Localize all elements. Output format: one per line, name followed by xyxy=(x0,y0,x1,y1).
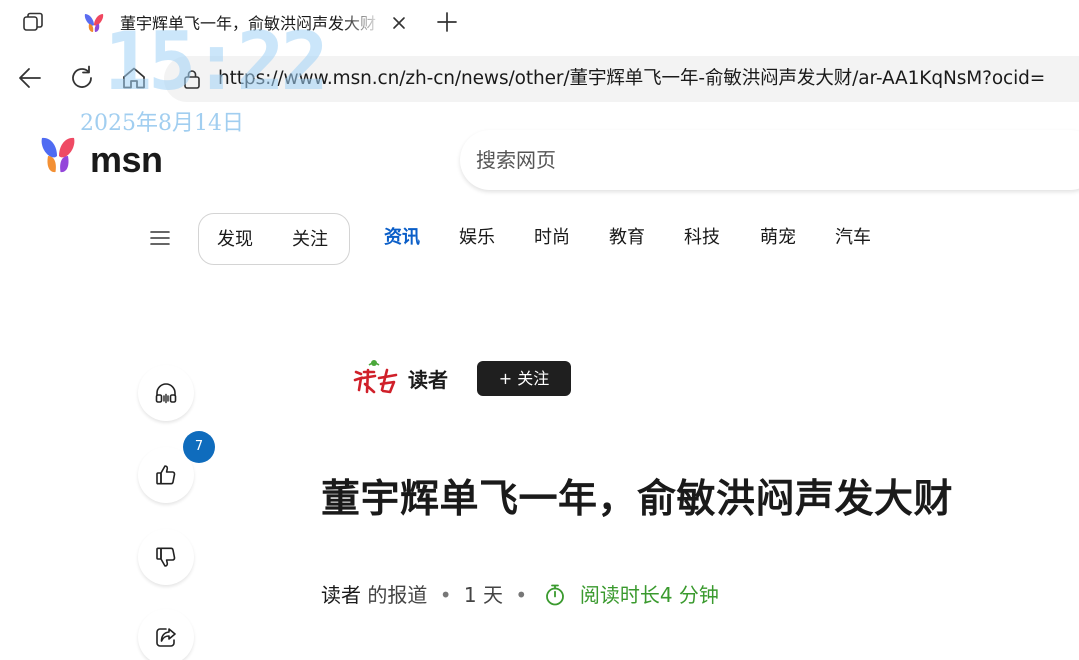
nav-education[interactable]: 教育 xyxy=(609,225,645,251)
byline-source[interactable]: 读者 xyxy=(321,583,361,607)
follow-button[interactable]: + 关注 xyxy=(477,361,571,396)
msn-wordmark[interactable]: msn xyxy=(90,138,163,182)
search-box[interactable]: 搜索网页 xyxy=(460,130,1079,190)
read-time: 阅读时长4 分钟 xyxy=(579,583,719,607)
search-placeholder[interactable]: 搜索网页 xyxy=(476,146,556,174)
tab-following[interactable]: 关注 xyxy=(292,227,328,253)
thumbs-down-icon xyxy=(156,547,176,567)
publisher-logo-icon[interactable] xyxy=(352,358,400,396)
nav-news[interactable]: 资讯 xyxy=(384,225,420,251)
url-text[interactable]: https://www.msn.cn/zh-cn/news/other/董宇辉单… xyxy=(218,68,1079,90)
byline-source-suffix: 的报道 xyxy=(367,583,428,607)
plus-icon[interactable] xyxy=(436,11,458,33)
headphones-icon xyxy=(155,383,177,404)
byline-age: 1 天 xyxy=(463,583,503,607)
like-count-badge: 7 xyxy=(183,431,215,463)
byline-separator: • xyxy=(515,583,528,607)
nav-pets[interactable]: 萌宠 xyxy=(760,225,796,251)
tab-discover[interactable]: 发现 xyxy=(217,227,253,253)
tab-actions-icon[interactable] xyxy=(22,12,46,34)
nav-technology[interactable]: 科技 xyxy=(684,225,720,251)
clock-date: 2025年8月14日 xyxy=(80,111,244,136)
article-headline: 董宇辉单飞一年，俞敏洪闷声发大财 xyxy=(321,477,954,522)
byline: 读者 的报道 • 1 天 • 阅读时长4 分钟 xyxy=(321,580,719,610)
share-button[interactable] xyxy=(138,609,194,660)
back-arrow-icon[interactable] xyxy=(16,64,44,92)
byline-separator: • xyxy=(439,583,452,607)
msn-logo-icon[interactable] xyxy=(40,136,76,178)
dislike-button[interactable] xyxy=(138,529,194,585)
publisher-name[interactable]: 读者 xyxy=(408,366,448,394)
stopwatch-icon xyxy=(543,583,567,607)
share-icon xyxy=(156,628,176,647)
clock-time: 15:22 xyxy=(104,15,329,108)
thumbs-up-icon xyxy=(156,465,176,485)
nav-entertainment[interactable]: 娱乐 xyxy=(459,225,495,251)
msn-favicon-icon xyxy=(82,12,106,34)
listen-button[interactable] xyxy=(138,365,194,421)
nav-autos[interactable]: 汽车 xyxy=(835,225,871,251)
close-icon[interactable] xyxy=(390,14,408,32)
feed-toggle: 发现 关注 xyxy=(198,213,350,265)
menu-icon[interactable] xyxy=(150,229,170,247)
refresh-icon[interactable] xyxy=(68,64,96,92)
nav-fashion[interactable]: 时尚 xyxy=(534,225,570,251)
